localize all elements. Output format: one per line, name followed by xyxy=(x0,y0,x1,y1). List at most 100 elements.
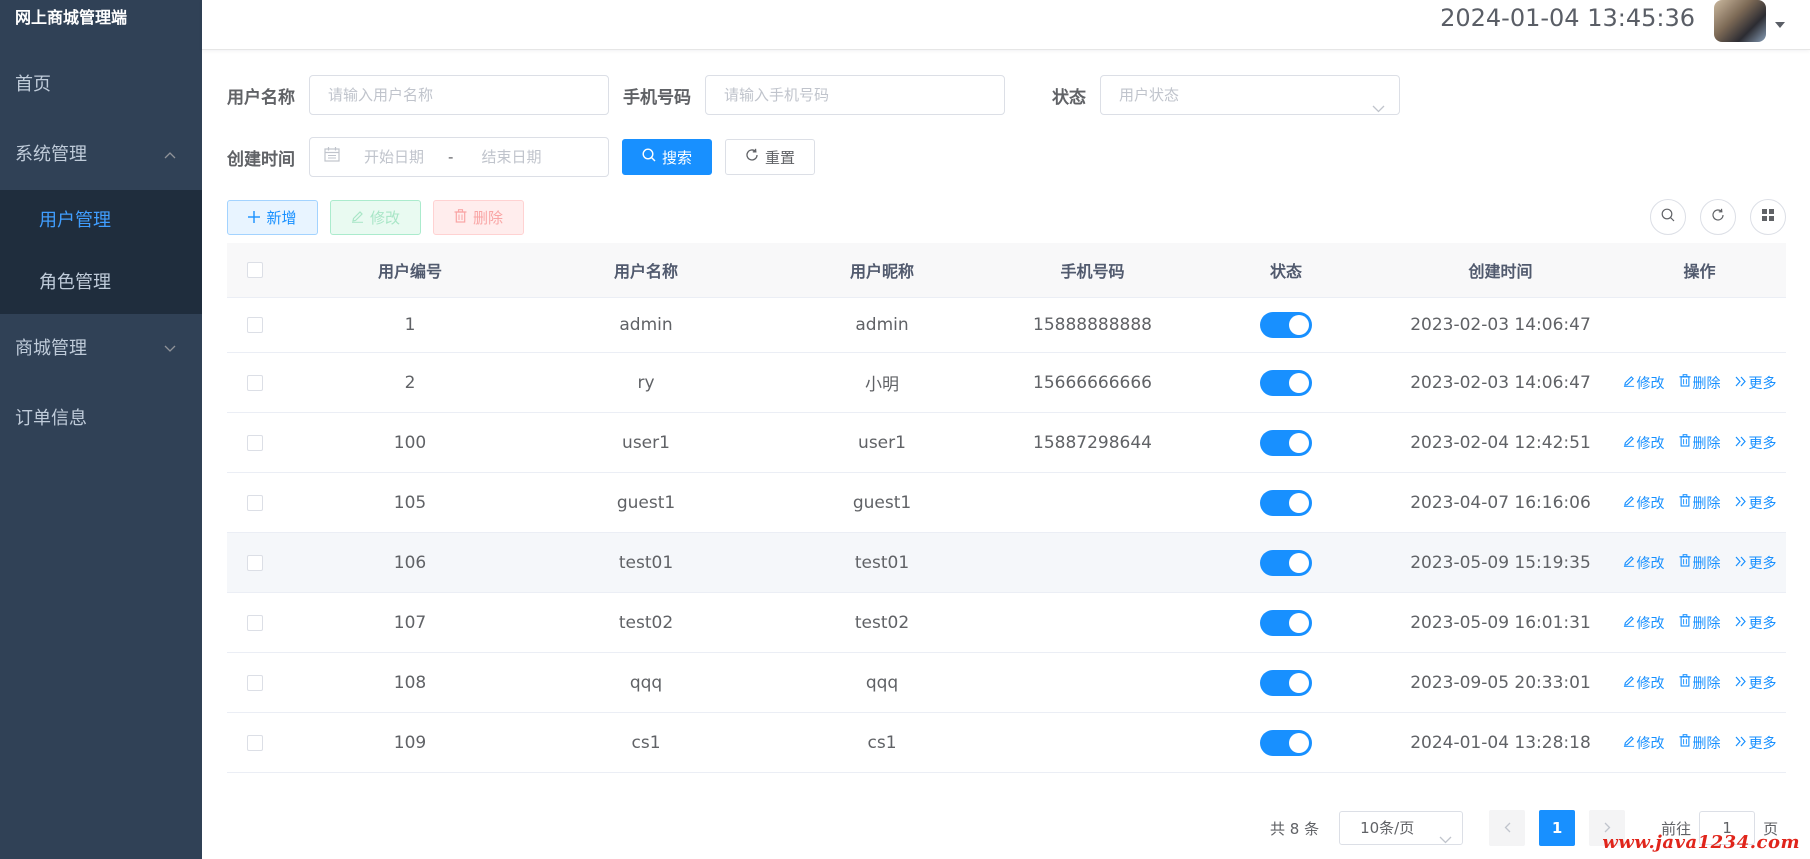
row-checkbox[interactable] xyxy=(247,614,263,631)
row-checkbox[interactable] xyxy=(247,434,263,451)
row-checkbox[interactable] xyxy=(247,554,263,571)
toggle-search-button[interactable] xyxy=(1650,199,1686,235)
username-input[interactable]: 请输入用户名称 xyxy=(309,75,609,115)
add-button[interactable]: 新增 xyxy=(227,200,318,235)
phone-input[interactable]: 请输入手机号码 xyxy=(705,75,1005,115)
row-edit-button[interactable]: 修改 xyxy=(1623,733,1665,753)
trash-icon xyxy=(1678,434,1691,451)
column-header: 用户昵称 xyxy=(849,262,914,281)
status-select[interactable]: 用户状态 xyxy=(1100,75,1400,115)
row-edit-button[interactable]: 修改 xyxy=(1623,433,1665,453)
row-edit-button[interactable]: 修改 xyxy=(1623,553,1665,573)
table-row[interactable]: 107 test02 test02 2023-05-09 16:01:31 修改 删除 更多 xyxy=(227,593,1786,653)
sidebar-item-users[interactable]: 用户管理 xyxy=(0,190,202,252)
row-checkbox[interactable] xyxy=(247,734,263,751)
row-more-button[interactable]: 更多 xyxy=(1735,493,1777,513)
table-row[interactable]: 108 qqq qqq 2023-09-05 20:33:01 修改 删除 更多 xyxy=(227,653,1786,713)
filter-row-2: 创建时间 开始日期 - 结束日期 搜索 重置 xyxy=(227,137,815,177)
row-edit-button[interactable]: 修改 xyxy=(1623,673,1665,693)
row-more-button[interactable]: 更多 xyxy=(1735,673,1777,693)
row-edit-button[interactable]: 修改 xyxy=(1623,493,1665,513)
created-time-cell: 2023-02-04 12:42:51 xyxy=(1410,432,1591,453)
user-name-cell: test02 xyxy=(618,612,674,633)
row-delete-button[interactable]: 删除 xyxy=(1678,493,1721,513)
select-all-checkbox[interactable] xyxy=(247,262,263,278)
end-date-placeholder[interactable]: 结束日期 xyxy=(481,138,541,176)
action-toolbar: 新增 修改 删除 xyxy=(227,200,524,235)
status-toggle[interactable] xyxy=(1260,369,1312,396)
row-checkbox[interactable] xyxy=(247,494,263,511)
sidebar-item-label: 商城管理 xyxy=(15,338,87,359)
datetime-display: 2024-01-04 13:45:36 xyxy=(1440,4,1695,32)
search-button[interactable]: 搜索 xyxy=(622,139,712,175)
row-delete-button[interactable]: 删除 xyxy=(1678,373,1721,393)
row-more-button[interactable]: 更多 xyxy=(1735,433,1777,453)
date-range-picker[interactable]: 开始日期 - 结束日期 xyxy=(309,137,609,177)
row-delete-button[interactable]: 删除 xyxy=(1678,553,1721,573)
table-row[interactable]: 105 guest1 guest1 2023-04-07 16:16:06 修改 删除 更多 xyxy=(227,473,1786,533)
row-checkbox[interactable] xyxy=(247,374,263,391)
actions-cell: 修改 删除 更多 xyxy=(1613,413,1786,472)
page-size-select[interactable]: 10条/页 xyxy=(1339,811,1464,845)
status-toggle[interactable] xyxy=(1260,669,1312,696)
table-row[interactable]: 106 test01 test01 2023-05-09 15:19:35 修改 删除 更多 xyxy=(227,533,1786,593)
column-header: 用户编号 xyxy=(377,262,442,281)
row-delete-label: 删除 xyxy=(1692,675,1721,692)
sidebar-item-roles[interactable]: 角色管理 xyxy=(0,252,202,314)
refresh-button[interactable] xyxy=(1700,199,1736,235)
table-row[interactable]: 100 user1 user1 15887298644 2023-02-04 12:42… xyxy=(227,413,1786,473)
table-row[interactable]: 2 ry 小明 15666666666 2023-02-03 14:06:47 修改 删除 更… xyxy=(227,353,1786,413)
columns-button[interactable] xyxy=(1750,199,1786,235)
chevron-left-icon xyxy=(1504,819,1511,837)
created-time-cell: 2023-09-05 20:33:01 xyxy=(1410,672,1591,693)
status-toggle[interactable] xyxy=(1260,549,1312,576)
status-toggle[interactable] xyxy=(1260,729,1312,756)
row-delete-button[interactable]: 删除 xyxy=(1678,733,1721,753)
row-checkbox[interactable] xyxy=(247,674,263,691)
avatar[interactable] xyxy=(1714,0,1766,42)
select-cell xyxy=(227,593,291,652)
nickname-cell: cs1 xyxy=(867,732,897,753)
prev-page-button[interactable] xyxy=(1489,810,1526,846)
table-row[interactable]: 1 admin admin 15888888888 2023-02-03 14:06:4… xyxy=(227,298,1786,353)
row-edit-button[interactable]: 修改 xyxy=(1623,613,1665,633)
user-name-cell: cs1 xyxy=(631,732,661,753)
row-more-button[interactable]: 更多 xyxy=(1735,553,1777,573)
page-size-value: 10条/页 xyxy=(1360,819,1415,837)
delete-button-label: 删除 xyxy=(472,209,503,227)
phone-placeholder: 请输入手机号码 xyxy=(724,86,830,104)
row-more-button[interactable]: 更多 xyxy=(1735,373,1777,393)
caret-down-icon[interactable] xyxy=(1775,22,1785,28)
sidebar-item-orders[interactable]: 订单信息 xyxy=(0,384,202,454)
edit-icon xyxy=(1623,615,1635,631)
status-toggle[interactable] xyxy=(1260,609,1312,636)
row-delete-label: 删除 xyxy=(1692,735,1721,752)
sidebar-item-home[interactable]: 首页 xyxy=(0,50,202,120)
row-delete-button[interactable]: 删除 xyxy=(1678,673,1721,693)
row-delete-button[interactable]: 删除 xyxy=(1678,433,1721,453)
actions-cell: 修改 删除 更多 xyxy=(1613,533,1786,592)
sidebar-item-mall[interactable]: 商城管理 xyxy=(0,314,202,384)
row-edit-button[interactable]: 修改 xyxy=(1623,373,1665,393)
row-checkbox[interactable] xyxy=(247,317,263,333)
status-toggle[interactable] xyxy=(1260,429,1312,456)
row-delete-button[interactable]: 删除 xyxy=(1678,613,1721,633)
column-header: 用户名称 xyxy=(613,262,678,281)
table-row[interactable]: 109 cs1 cs1 2024-01-04 13:28:18 修改 删除 更多 xyxy=(227,713,1786,773)
select-cell xyxy=(227,473,291,532)
double-chevron-right-icon xyxy=(1735,615,1747,631)
reset-button[interactable]: 重置 xyxy=(725,139,815,175)
sidebar-item-system[interactable]: 系统管理 xyxy=(0,120,202,190)
row-more-button[interactable]: 更多 xyxy=(1735,733,1777,753)
start-date-placeholder[interactable]: 开始日期 xyxy=(364,138,424,176)
status-toggle[interactable] xyxy=(1260,312,1312,338)
delete-button[interactable]: 删除 xyxy=(433,200,524,235)
nickname-cell: qqq xyxy=(865,672,899,693)
phone-cell xyxy=(1001,593,1184,652)
actions-cell: 修改 删除 更多 xyxy=(1613,473,1786,532)
status-toggle[interactable] xyxy=(1260,489,1312,516)
row-more-button[interactable]: 更多 xyxy=(1735,613,1777,633)
edit-button[interactable]: 修改 xyxy=(330,200,421,235)
sidebar-item-label: 用户管理 xyxy=(39,210,111,231)
page-number-button[interactable]: 1 xyxy=(1539,810,1576,846)
